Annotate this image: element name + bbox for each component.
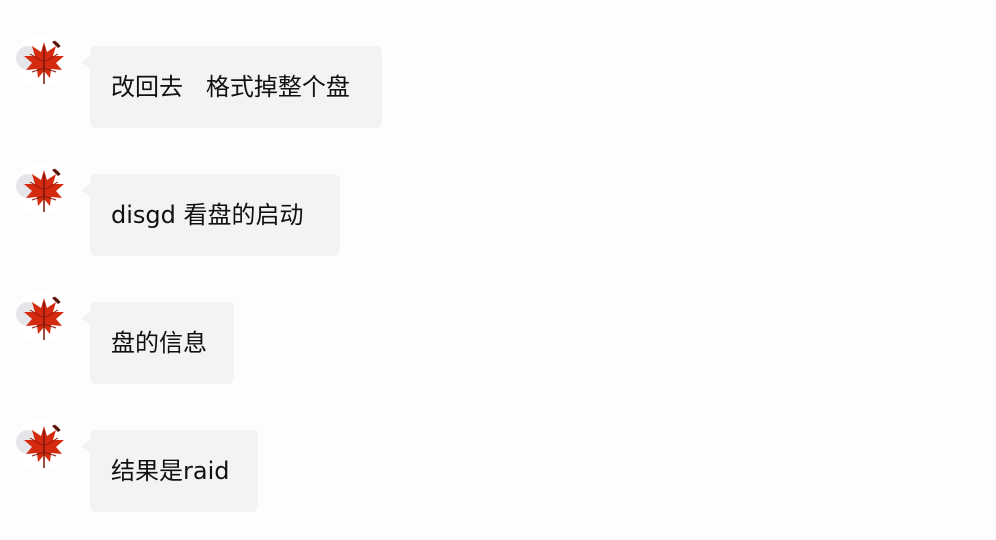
- message-bubble[interactable]: 结果是raid: [90, 430, 258, 512]
- message-bubble[interactable]: 盘的信息: [90, 302, 234, 384]
- chat-message: 盘的信息: [0, 292, 996, 384]
- chat-message: disgd 看盘的启动: [0, 164, 996, 256]
- message-text: 盘的信息: [111, 329, 207, 357]
- message-bubble[interactable]: disgd 看盘的启动: [90, 174, 340, 256]
- maple-leaf-icon: [16, 166, 64, 212]
- maple-leaf-icon: [16, 294, 64, 340]
- message-bubble[interactable]: 改回去 格式掉整个盘: [90, 46, 382, 128]
- chat-message-list: 改回去 格式掉整个盘 disgd 看盘的启动 盘的信息 结果是raid: [0, 0, 996, 540]
- message-text: 结果是raid: [111, 457, 230, 485]
- avatar[interactable]: [14, 420, 66, 472]
- avatar[interactable]: [14, 164, 66, 216]
- avatar[interactable]: [14, 36, 66, 88]
- chat-message: 结果是raid: [0, 420, 996, 512]
- avatar[interactable]: [14, 292, 66, 344]
- message-text: 改回去 格式掉整个盘: [111, 73, 350, 101]
- message-text: disgd 看盘的启动: [111, 201, 304, 229]
- chat-message: 改回去 格式掉整个盘: [0, 36, 996, 128]
- maple-leaf-icon: [16, 38, 64, 84]
- maple-leaf-icon: [16, 422, 64, 468]
